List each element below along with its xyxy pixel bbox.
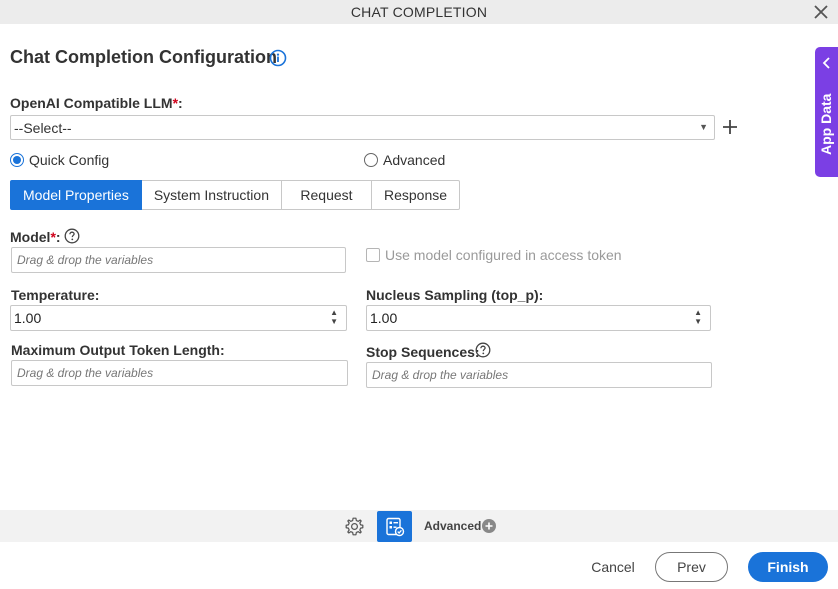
temperature-input[interactable]: 1.00 ▲ ▼: [10, 305, 347, 331]
tab-model-properties[interactable]: Model Properties: [10, 180, 142, 210]
tab-response[interactable]: Response: [371, 180, 461, 210]
llm-label-text: OpenAI Compatible LLM: [10, 95, 173, 111]
model-input-placeholder: Drag & drop the variables: [17, 253, 154, 267]
finish-button[interactable]: Finish: [748, 552, 828, 582]
dropdown-caret-icon: ▼: [699, 122, 708, 132]
help-icon[interactable]: [64, 228, 80, 244]
use-model-token-label: Use model configured in access token: [385, 247, 622, 263]
prev-button[interactable]: Prev: [655, 552, 728, 582]
model-label-text: Model: [10, 229, 51, 245]
max-tokens-label: Maximum Output Token Length:: [11, 342, 225, 358]
stop-sequences-input[interactable]: Drag & drop the variables: [366, 362, 712, 388]
bottom-toolbar: Advanced: [0, 510, 838, 542]
spinner-arrows-icon[interactable]: ▲ ▼: [694, 308, 702, 326]
llm-label: OpenAI Compatible LLM*:: [10, 95, 183, 111]
top-p-input[interactable]: 1.00 ▲ ▼: [366, 305, 711, 331]
help-icon[interactable]: [475, 342, 491, 358]
radio-selected-icon: [10, 153, 24, 167]
model-label: Model*:: [10, 229, 61, 245]
app-data-icon: [386, 517, 405, 537]
temperature-value: 1.00: [14, 310, 42, 326]
model-label-colon: :: [55, 229, 61, 245]
plus-icon[interactable]: [721, 118, 739, 136]
close-icon[interactable]: [812, 3, 830, 21]
llm-select-value: --Select--: [14, 120, 72, 136]
tab-system-instruction[interactable]: System Instruction: [141, 180, 282, 210]
gear-icon[interactable]: [344, 516, 365, 537]
tab-request[interactable]: Request: [281, 180, 372, 210]
app-data-panel-tab[interactable]: App Data: [815, 47, 838, 177]
llm-label-colon: :: [178, 95, 183, 111]
llm-select[interactable]: --Select-- ▼: [10, 115, 715, 140]
spinner-arrows-icon[interactable]: ▲ ▼: [330, 308, 338, 326]
quick-config-radio[interactable]: Quick Config: [10, 152, 109, 168]
tab-bar: Model Properties System Instruction Requ…: [10, 180, 461, 210]
window-title: CHAT COMPLETION: [350, 4, 488, 20]
top-p-label: Nucleus Sampling (top_p):: [366, 287, 544, 303]
model-input[interactable]: Drag & drop the variables: [11, 247, 346, 273]
top-p-value: 1.00: [370, 310, 398, 326]
advanced-radio[interactable]: Advanced: [364, 152, 445, 168]
advanced-link[interactable]: Advanced: [424, 519, 481, 533]
stop-sequences-placeholder: Drag & drop the variables: [372, 368, 509, 382]
app-data-label: App Data: [818, 93, 834, 155]
info-icon[interactable]: [269, 49, 287, 67]
cancel-button[interactable]: Cancel: [585, 553, 641, 581]
advanced-label: Advanced: [383, 152, 446, 168]
title-bar: CHAT COMPLETION: [0, 0, 838, 24]
plus-circle-icon[interactable]: [482, 519, 496, 533]
radio-unselected-icon: [364, 153, 378, 167]
page-title: Chat Completion Configuration: [10, 47, 277, 67]
app-data-button[interactable]: [377, 511, 412, 542]
use-model-token-checkbox[interactable]: Use model configured in access token: [366, 247, 622, 263]
checkbox-box[interactable]: [366, 248, 380, 262]
chevron-left-icon: [822, 57, 830, 69]
max-tokens-input[interactable]: Drag & drop the variables: [11, 360, 348, 386]
quick-config-label: Quick Config: [29, 152, 110, 168]
temperature-label: Temperature:: [11, 287, 100, 303]
max-tokens-placeholder: Drag & drop the variables: [17, 366, 154, 380]
stop-sequences-label: Stop Sequences:: [366, 344, 480, 360]
